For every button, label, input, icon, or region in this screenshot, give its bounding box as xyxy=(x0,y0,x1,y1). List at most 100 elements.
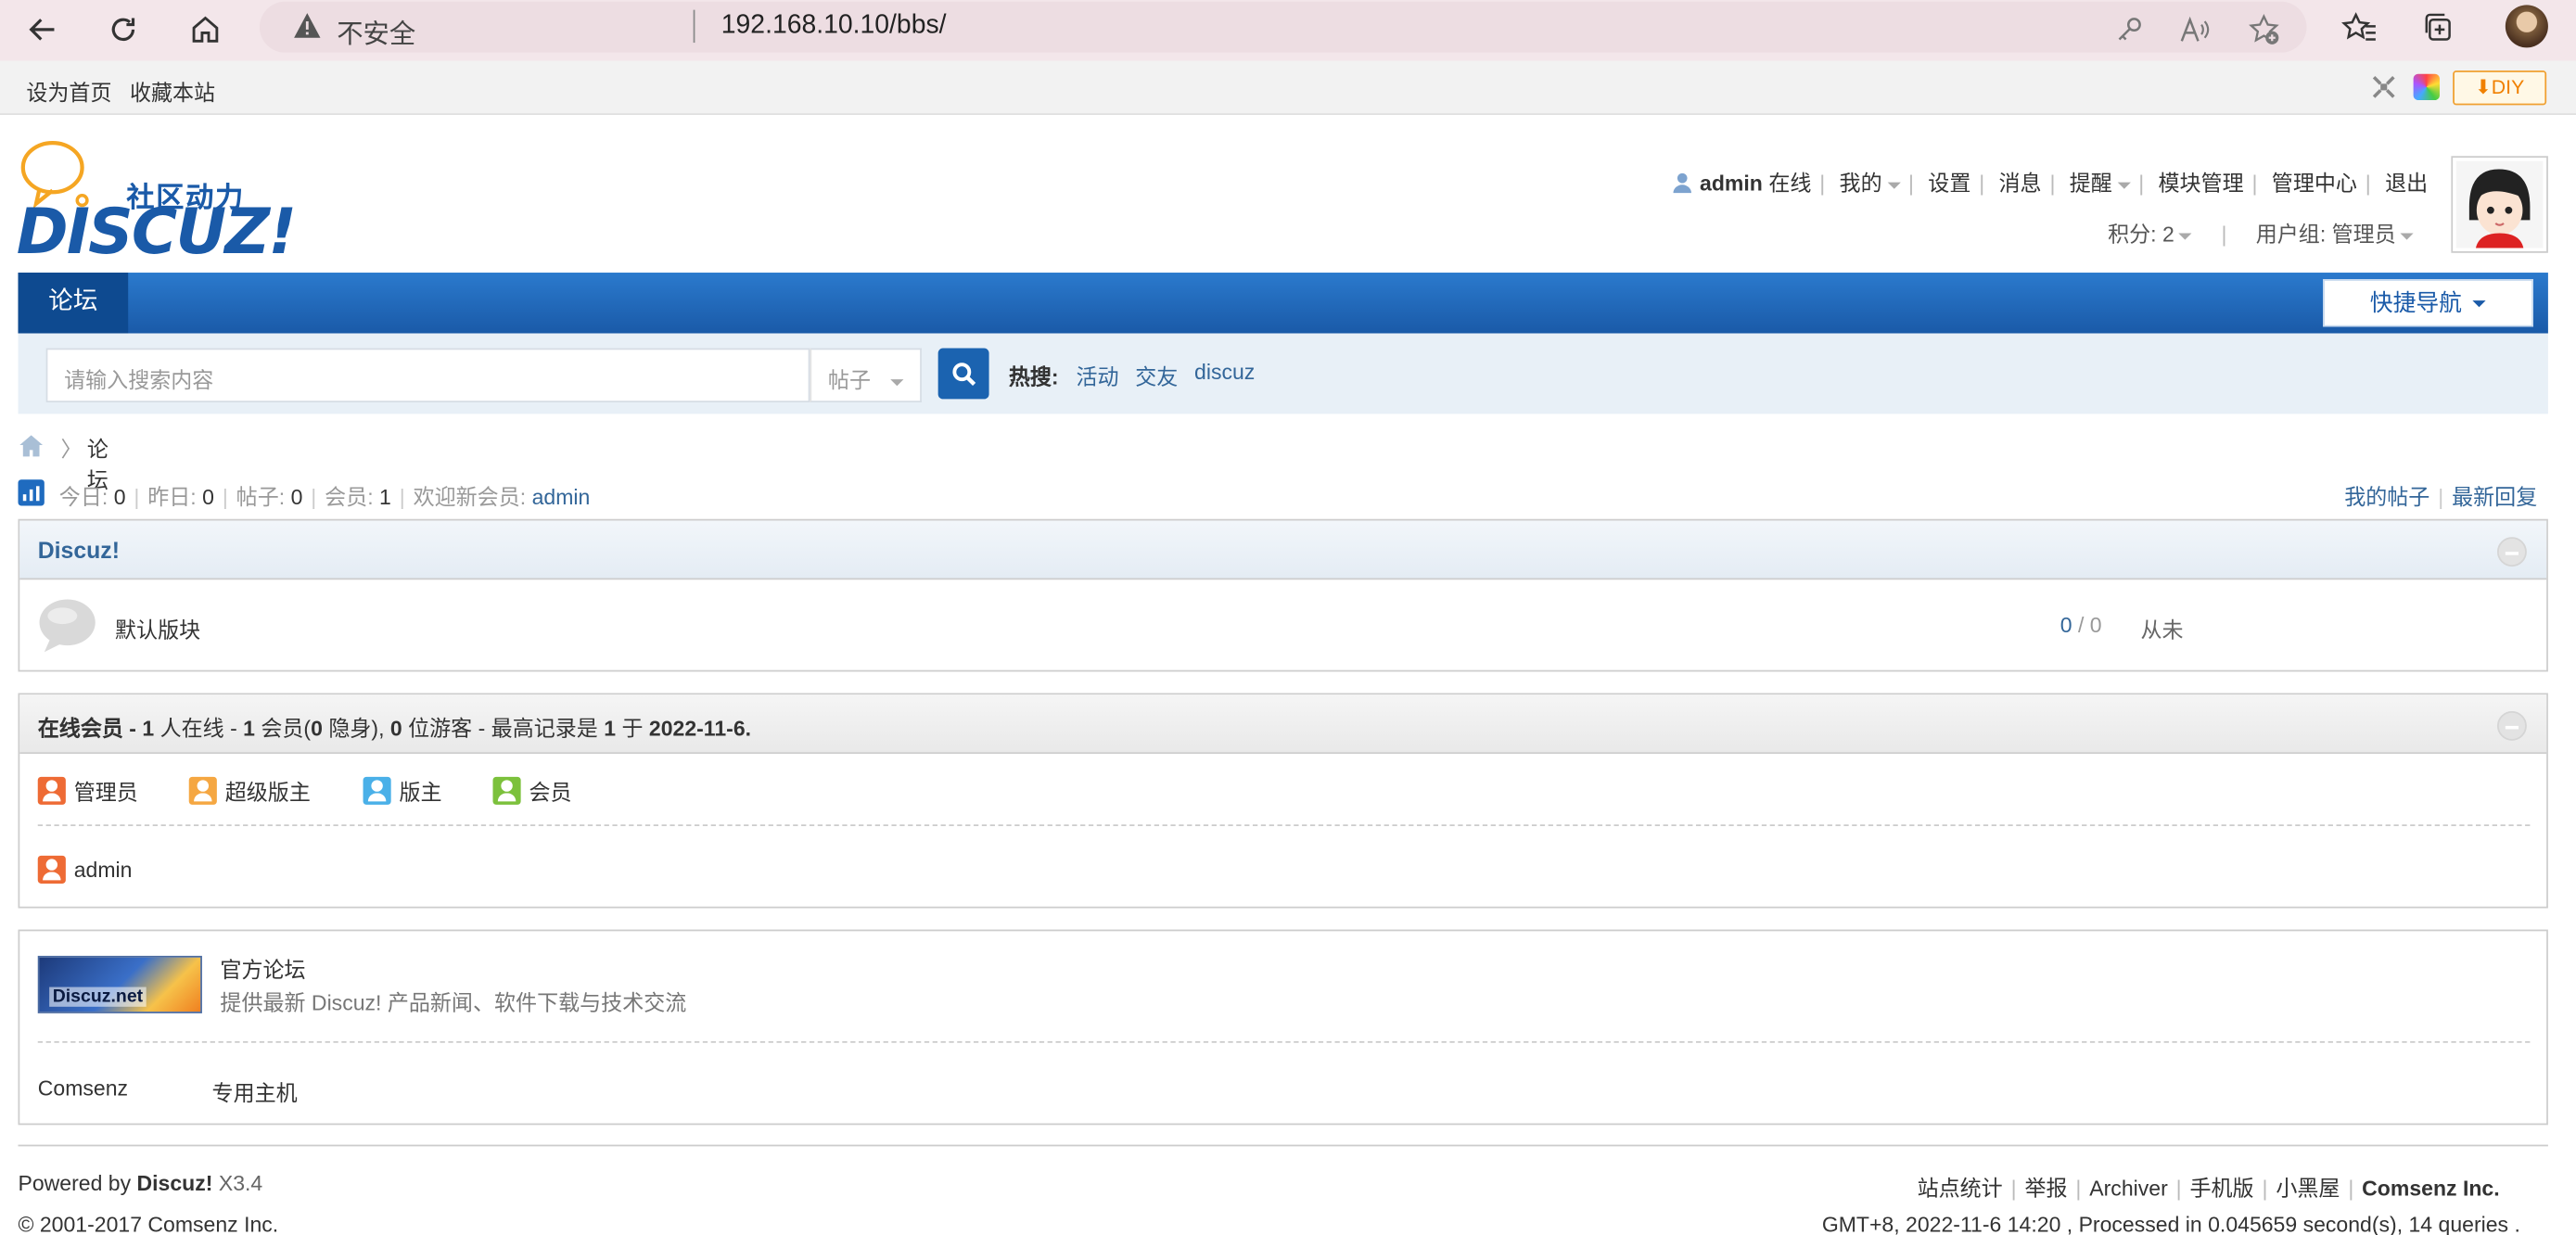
welcome-label: 欢迎新会员: xyxy=(413,484,527,510)
add-favorite-icon[interactable] xyxy=(2244,10,2284,50)
today-label: 今日: xyxy=(58,484,108,510)
user-menu: admin 在线 | 我的 | 设置 | 消息 | 提醒 | 模块管理 | 管理中心 | 退出 xyxy=(1671,166,2428,198)
divider xyxy=(37,1041,2531,1043)
reload-icon xyxy=(111,18,135,42)
sitemap-icon[interactable] xyxy=(2371,74,2397,100)
discuz-net-banner[interactable]: Discuz.net xyxy=(37,955,202,1013)
color-style-icon[interactable] xyxy=(2413,73,2440,101)
home-button[interactable] xyxy=(183,6,229,53)
my-posts-link[interactable]: 我的帖子 xyxy=(2344,485,2429,510)
breadcrumb-separator-icon: 〉 xyxy=(60,437,83,462)
archiver-link[interactable]: Archiver xyxy=(2089,1176,2167,1201)
today-count: 0 xyxy=(113,484,126,510)
search-input[interactable]: 请输入搜索内容 xyxy=(45,348,810,402)
my-menu[interactable]: 我的 xyxy=(1840,171,1901,196)
home-icon xyxy=(192,16,219,43)
address-divider xyxy=(693,9,695,44)
module-admin-link[interactable]: 模块管理 xyxy=(2158,171,2243,196)
forum-counts: 0 / 0 xyxy=(2060,613,2102,638)
back-button[interactable] xyxy=(19,6,66,53)
usergroup-menu[interactable]: 用户组: 管理员 xyxy=(2256,222,2415,247)
member-user-icon xyxy=(492,775,521,805)
logo-brand: DISCUZ! xyxy=(16,195,297,268)
quick-nav-button[interactable]: 快捷导航 xyxy=(2323,279,2533,327)
collections-icon[interactable] xyxy=(2420,8,2460,48)
admin-user-icon xyxy=(37,775,66,805)
search-bar: 请输入搜索内容 帖子 热搜: 活动 交友 discuz xyxy=(18,333,2548,414)
hot-term-activity[interactable]: 活动 xyxy=(1076,360,1118,391)
chevron-down-icon xyxy=(890,378,904,386)
collapse-icon[interactable] xyxy=(2496,710,2527,741)
online-summary: 在线会员 - 1 人在线 - 1 会员(0 隐身), 0 位游客 - 最高记录是… xyxy=(37,716,752,741)
profile-avatar[interactable] xyxy=(2505,5,2548,48)
insecure-label: 不安全 xyxy=(337,21,416,50)
report-link[interactable]: 举报 xyxy=(2024,1176,2067,1201)
blacklist-link[interactable]: 小黑屋 xyxy=(2276,1176,2340,1201)
reload-button[interactable] xyxy=(100,6,147,53)
bookmark-link[interactable]: 收藏本站 xyxy=(130,75,215,107)
product-link[interactable]: Discuz! xyxy=(137,1171,213,1196)
official-forum-link[interactable]: 官方论坛 xyxy=(220,952,305,984)
newest-member-link[interactable]: admin xyxy=(532,485,591,510)
mobile-link[interactable]: 手机版 xyxy=(2189,1176,2253,1201)
collapse-icon[interactable] xyxy=(2496,537,2527,567)
diy-label: DIY xyxy=(2491,75,2525,99)
user-icon xyxy=(1671,171,1694,198)
messages-link[interactable]: 消息 xyxy=(1999,171,2042,196)
yesterday-count: 0 xyxy=(202,484,214,510)
company-link[interactable]: Comsenz Inc. xyxy=(2362,1176,2499,1201)
admin-center-link[interactable]: 管理中心 xyxy=(2272,171,2357,196)
forum-category: Discuz! 默认版块 0 / 0 从未 xyxy=(18,518,2548,672)
diy-arrow-icon: ⬇ xyxy=(2474,75,2492,99)
search-type-select[interactable]: 帖子 xyxy=(810,348,922,402)
link-dedicated-host[interactable]: 专用主机 xyxy=(212,1076,298,1107)
members-count: 1 xyxy=(379,484,391,510)
chevron-down-icon xyxy=(2179,232,2193,239)
favorites-icon[interactable] xyxy=(2340,8,2379,48)
home-icon[interactable] xyxy=(18,434,44,466)
posts-label: 帖子: xyxy=(236,484,286,510)
yesterday-label: 昨日: xyxy=(147,484,197,510)
forum-status-icon xyxy=(38,598,97,654)
credits-menu[interactable]: 积分: 2 xyxy=(2108,222,2193,247)
user-avatar[interactable] xyxy=(2451,156,2548,253)
key-icon[interactable] xyxy=(2110,10,2149,50)
diy-button[interactable]: ⬇DIY xyxy=(2453,70,2547,106)
category-title[interactable]: Discuz! xyxy=(38,537,120,563)
chevron-down-icon xyxy=(1886,181,1901,188)
link-comsenz[interactable]: Comsenz xyxy=(38,1076,128,1101)
hot-term-social[interactable]: 交友 xyxy=(1135,360,1178,391)
super-moderator-user-icon xyxy=(188,775,217,805)
online-user-link[interactable]: admin xyxy=(74,857,133,882)
footer-divider xyxy=(18,1144,2548,1147)
members-label: 会员: xyxy=(325,484,374,510)
url-text[interactable]: 192.168.10.10/bbs/ xyxy=(721,11,947,41)
page: 不安全 192.168.10.10/bbs/ 设为首页 收藏本站 ⬇DIY 社区… xyxy=(0,0,2576,1235)
chevron-down-icon xyxy=(2401,232,2415,239)
stats-links: 我的帖子 | 最新回复 xyxy=(2344,484,2538,510)
chevron-down-icon xyxy=(2117,181,2131,188)
logout-link[interactable]: 退出 xyxy=(2385,171,2428,196)
warning-icon xyxy=(294,13,321,38)
forum-name-link[interactable]: 默认版块 xyxy=(115,613,200,644)
read-aloud-icon[interactable] xyxy=(2175,10,2215,50)
count-slash: / xyxy=(2077,612,2085,638)
username-link[interactable]: admin xyxy=(1700,171,1763,196)
address-bar[interactable]: 不安全 192.168.10.10/bbs/ xyxy=(259,1,2307,53)
site-logo[interactable]: 社区动力 DISCUZ! xyxy=(17,134,297,268)
settings-link[interactable]: 设置 xyxy=(1928,171,1970,196)
copyright: © 2001-2017 Comsenz Inc. xyxy=(18,1212,279,1235)
latest-replies-link[interactable]: 最新回复 xyxy=(2452,485,2537,510)
hot-search-label: 热搜: xyxy=(1008,364,1059,389)
site-stats-link[interactable]: 站点统计 xyxy=(1918,1176,2003,1201)
thread-count: 0 xyxy=(2060,612,2072,638)
online-user-item[interactable]: admin xyxy=(37,852,133,885)
divider xyxy=(37,824,2531,826)
search-button[interactable] xyxy=(937,348,989,400)
reminders-menu[interactable]: 提醒 xyxy=(2070,171,2131,196)
tab-forum[interactable]: 论坛 xyxy=(18,273,129,334)
post-count: 0 xyxy=(2089,612,2102,638)
set-homepage-link[interactable]: 设为首页 xyxy=(26,75,111,107)
stats-chart-icon xyxy=(18,479,45,506)
hot-term-discuz[interactable]: discuz xyxy=(1194,360,1255,385)
